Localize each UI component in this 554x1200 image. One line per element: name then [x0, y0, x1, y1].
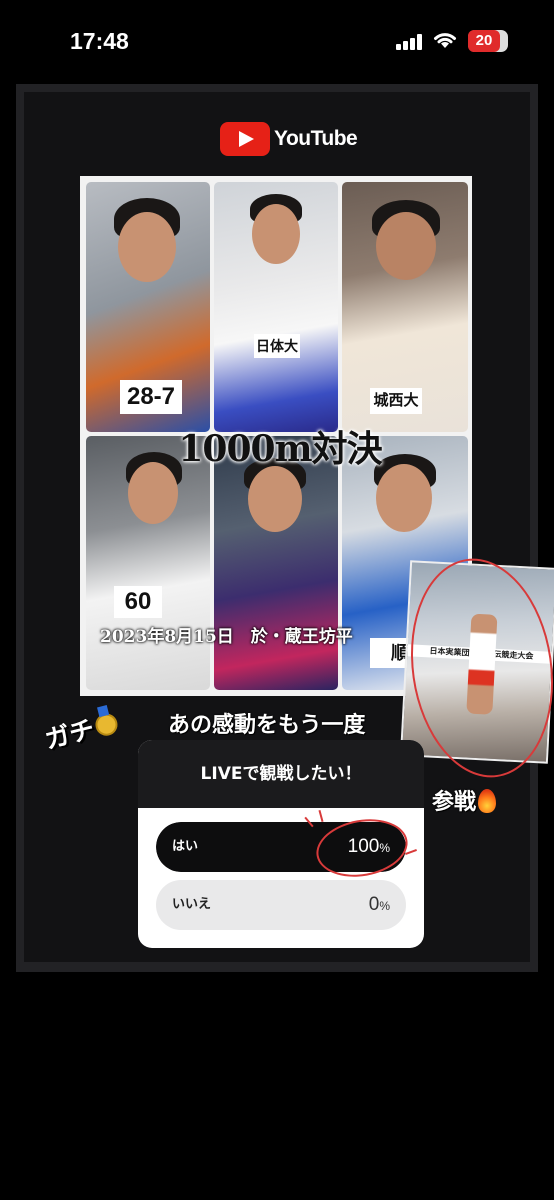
- poll-option-no[interactable]: いいえ 0%: [156, 880, 406, 930]
- poster-date: 2023年8月15日 於・蔵王坊平: [100, 627, 353, 647]
- runner-photo-3: 城西大: [342, 182, 468, 432]
- sansen-text: 参戦: [432, 790, 477, 815]
- bib-number: 60: [114, 586, 162, 618]
- runner-photo-1: 28-7: [86, 182, 210, 432]
- battery-icon: 20: [468, 30, 508, 52]
- bib-number: 城西大: [370, 388, 422, 414]
- youtube-play-icon: [220, 122, 270, 156]
- poll-question: LIVEで観戦したい！: [138, 740, 424, 808]
- poll-option-label: はい: [172, 839, 199, 854]
- battery-level: 20: [468, 30, 500, 52]
- youtube-logo: YouTube: [220, 122, 358, 156]
- wifi-icon: [434, 33, 456, 48]
- runner-photo-2: 日体大: [214, 182, 338, 432]
- bib-number: 日体大: [254, 334, 300, 358]
- status-bar: 17:48 20: [0, 0, 554, 84]
- bib-number: 28-7: [120, 380, 182, 414]
- poll-option-percent: 0%: [368, 894, 390, 915]
- poster-title: 1000m対決: [178, 428, 382, 470]
- runner-photo-4: 60: [86, 436, 210, 690]
- status-time: 17:48: [70, 28, 129, 54]
- sansen-sticker[interactable]: 参戦: [432, 784, 497, 816]
- headline-sticker[interactable]: あの感動をもう一度: [168, 707, 365, 739]
- youtube-wordmark: YouTube: [274, 127, 358, 150]
- fire-icon: [478, 789, 497, 813]
- runner-photo-5: [214, 436, 338, 690]
- signal-icon: [396, 34, 422, 50]
- poll-option-label: いいえ: [172, 897, 212, 912]
